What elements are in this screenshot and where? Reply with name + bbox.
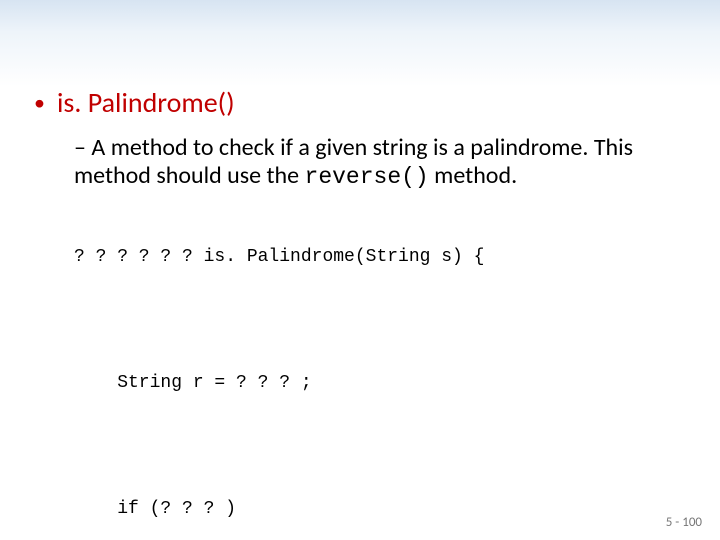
code-line: if (? ? ? ) (74, 499, 690, 520)
slide: • is. Palindrome() – A method to check i… (0, 0, 720, 540)
slide-number: 5 - 100 (666, 515, 702, 530)
code-blank (74, 310, 690, 331)
code-block: ? ? ? ? ? ? is. Palindrome(String s) { S… (74, 205, 690, 540)
sub-bullet-item: – A method to check if a given string is… (74, 134, 690, 191)
code-line: ? ? ? ? ? ? is. Palindrome(String s) { (74, 247, 690, 268)
sub-bullet-text: – A method to check if a given string is… (74, 133, 633, 190)
code-line: String r = ? ? ? ; (74, 373, 690, 394)
inline-code: reverse() (305, 164, 429, 190)
code-blank (74, 436, 690, 457)
bullet-dot-icon: • (34, 88, 45, 118)
sub-text-part2: method. (429, 161, 517, 190)
dash-icon: – (74, 133, 91, 162)
bullet-item: • is. Palindrome() (30, 88, 690, 118)
content-area: • is. Palindrome() – A method to check i… (30, 88, 690, 540)
bullet-text: is. Palindrome() (57, 88, 235, 118)
